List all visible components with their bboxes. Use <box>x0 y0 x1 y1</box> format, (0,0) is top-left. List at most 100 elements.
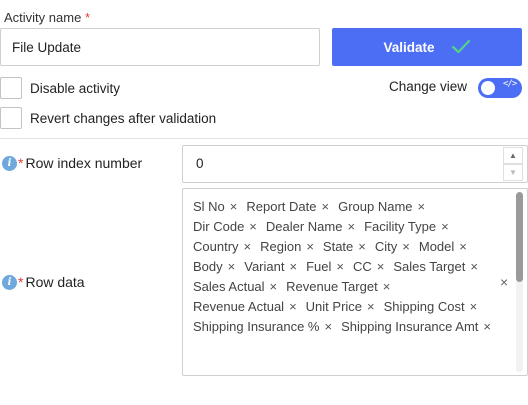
remove-tag-icon[interactable]: × <box>289 299 297 314</box>
tag-label: City <box>374 238 398 254</box>
remove-tag-icon[interactable]: × <box>459 239 467 254</box>
increment-icon[interactable]: ▲ <box>503 147 523 164</box>
remove-tag-icon[interactable]: × <box>377 259 385 274</box>
tag-item: Region × <box>260 236 314 256</box>
remove-tag-icon[interactable]: × <box>367 299 375 314</box>
remove-tag-icon[interactable]: × <box>470 259 478 274</box>
remove-tag-icon[interactable]: × <box>230 199 238 214</box>
remove-tag-icon[interactable]: × <box>244 239 252 254</box>
tag-item: CC × <box>353 256 384 276</box>
info-icon[interactable]: i <box>2 274 17 290</box>
tag-label: Country <box>193 238 239 254</box>
row-index-label-text: Row index number <box>25 155 143 171</box>
remove-tag-icon[interactable]: × <box>402 239 410 254</box>
remove-tag-icon[interactable]: × <box>324 319 332 334</box>
remove-tag-icon[interactable]: × <box>289 259 297 274</box>
remove-tag-icon[interactable]: × <box>228 259 236 274</box>
tag-item: Body × <box>193 256 235 276</box>
tag-item: Dir Code × <box>193 216 257 236</box>
decrement-icon[interactable]: ▼ <box>503 164 523 181</box>
tag-item: Country × <box>193 236 251 256</box>
activity-name-label-text: Activity name <box>4 10 82 25</box>
remove-tag-icon[interactable]: × <box>470 299 478 314</box>
tag-label: Revenue Actual <box>193 298 285 314</box>
toggle-knob <box>481 81 495 95</box>
code-icon: </> <box>503 79 517 89</box>
tag-item: City × <box>375 236 410 256</box>
tag-label: State <box>322 238 354 254</box>
required-mark: * <box>18 155 24 171</box>
tag-item: Shipping Insurance Amt × <box>341 316 491 336</box>
tag-label: CC <box>352 258 372 274</box>
row-index-label: i * Row index number <box>2 155 142 171</box>
tag-label: Revenue Target <box>286 278 378 294</box>
row-index-value: 0 <box>196 156 204 171</box>
remove-tag-icon[interactable]: × <box>483 319 491 334</box>
remove-tag-icon[interactable]: × <box>336 259 344 274</box>
tag-item: Unit Price × <box>306 296 375 316</box>
tag-scrollbar[interactable] <box>516 192 523 372</box>
tag-label: Sl No <box>193 198 225 214</box>
tag-label: Group Name <box>338 198 413 214</box>
revert-changes-option[interactable]: Revert changes after validation <box>0 107 216 129</box>
tag-item: Facility Type × <box>364 216 449 236</box>
remove-tag-icon[interactable]: × <box>270 279 278 294</box>
tag-label: Body <box>193 258 223 274</box>
tag-item: Group Name × <box>338 196 425 216</box>
remove-tag-icon[interactable]: × <box>383 279 391 294</box>
row-data-label-text: Row data <box>25 274 85 290</box>
tag-label: Unit Price <box>305 298 363 314</box>
tag-item: Sales Target × <box>393 256 478 276</box>
tag-item: Sl No × <box>193 196 237 216</box>
tag-item: State × <box>323 236 366 256</box>
tag-label: Region <box>260 238 302 254</box>
change-view-label: Change view <box>389 79 468 94</box>
validate-button[interactable]: Validate <box>332 28 522 66</box>
info-icon[interactable]: i <box>2 155 17 171</box>
tag-item: Fuel × <box>306 256 344 276</box>
tag-item: Model × <box>419 236 467 256</box>
number-stepper[interactable]: ▲ ▼ <box>503 147 523 181</box>
disable-activity-label: Disable activity <box>30 80 121 96</box>
remove-tag-icon[interactable]: × <box>418 199 426 214</box>
scrollbar-thumb[interactable] <box>516 192 523 282</box>
tag-list: Sl No × Report Date × Group Name × Dir Code × De… <box>193 196 503 336</box>
tag-item: Dealer Name × <box>266 216 355 236</box>
remove-tag-icon[interactable]: × <box>441 219 449 234</box>
required-mark: * <box>18 274 24 290</box>
tag-label: Dealer Name <box>265 218 343 234</box>
tag-label: Fuel <box>306 258 332 274</box>
tag-label: Shipping Insurance % <box>193 318 320 334</box>
section-divider <box>0 138 528 139</box>
remove-tag-icon[interactable]: × <box>321 199 329 214</box>
disable-activity-checkbox[interactable] <box>0 77 22 99</box>
remove-tag-icon[interactable]: × <box>306 239 314 254</box>
row-index-input[interactable]: 0 ▲ ▼ <box>182 145 528 183</box>
tag-item: Sales Actual × <box>193 276 277 296</box>
tag-item: Report Date × <box>246 196 329 216</box>
tag-item: Revenue Target × <box>286 276 390 296</box>
tag-label: Variant <box>244 258 285 274</box>
disable-activity-option[interactable]: Disable activity <box>0 77 120 99</box>
change-view-toggle[interactable]: </> <box>478 78 522 98</box>
remove-tag-icon[interactable]: × <box>358 239 366 254</box>
tag-label: Shipping Insurance Amt <box>341 318 479 334</box>
tag-item: Revenue Actual × <box>193 296 297 316</box>
row-data-multiselect[interactable]: Sl No × Report Date × Group Name × Dir Code × De… <box>182 188 528 376</box>
revert-changes-checkbox[interactable] <box>0 107 22 129</box>
tag-label: Sales Actual <box>193 278 265 294</box>
clear-all-icon[interactable]: × <box>500 274 508 290</box>
remove-tag-icon[interactable]: × <box>249 219 257 234</box>
required-mark: * <box>84 10 90 25</box>
tag-item: Shipping Insurance % × <box>193 316 332 336</box>
tag-label: Report Date <box>246 198 317 214</box>
tag-label: Sales Target <box>393 258 466 274</box>
validate-button-label: Validate <box>383 39 435 55</box>
tag-item: Variant × <box>244 256 297 276</box>
tag-label: Shipping Cost <box>383 298 465 314</box>
activity-name-input[interactable] <box>0 28 320 66</box>
tag-label: Facility Type <box>364 218 437 234</box>
check-icon <box>451 39 471 55</box>
remove-tag-icon[interactable]: × <box>347 219 355 234</box>
revert-changes-label: Revert changes after validation <box>30 110 217 126</box>
